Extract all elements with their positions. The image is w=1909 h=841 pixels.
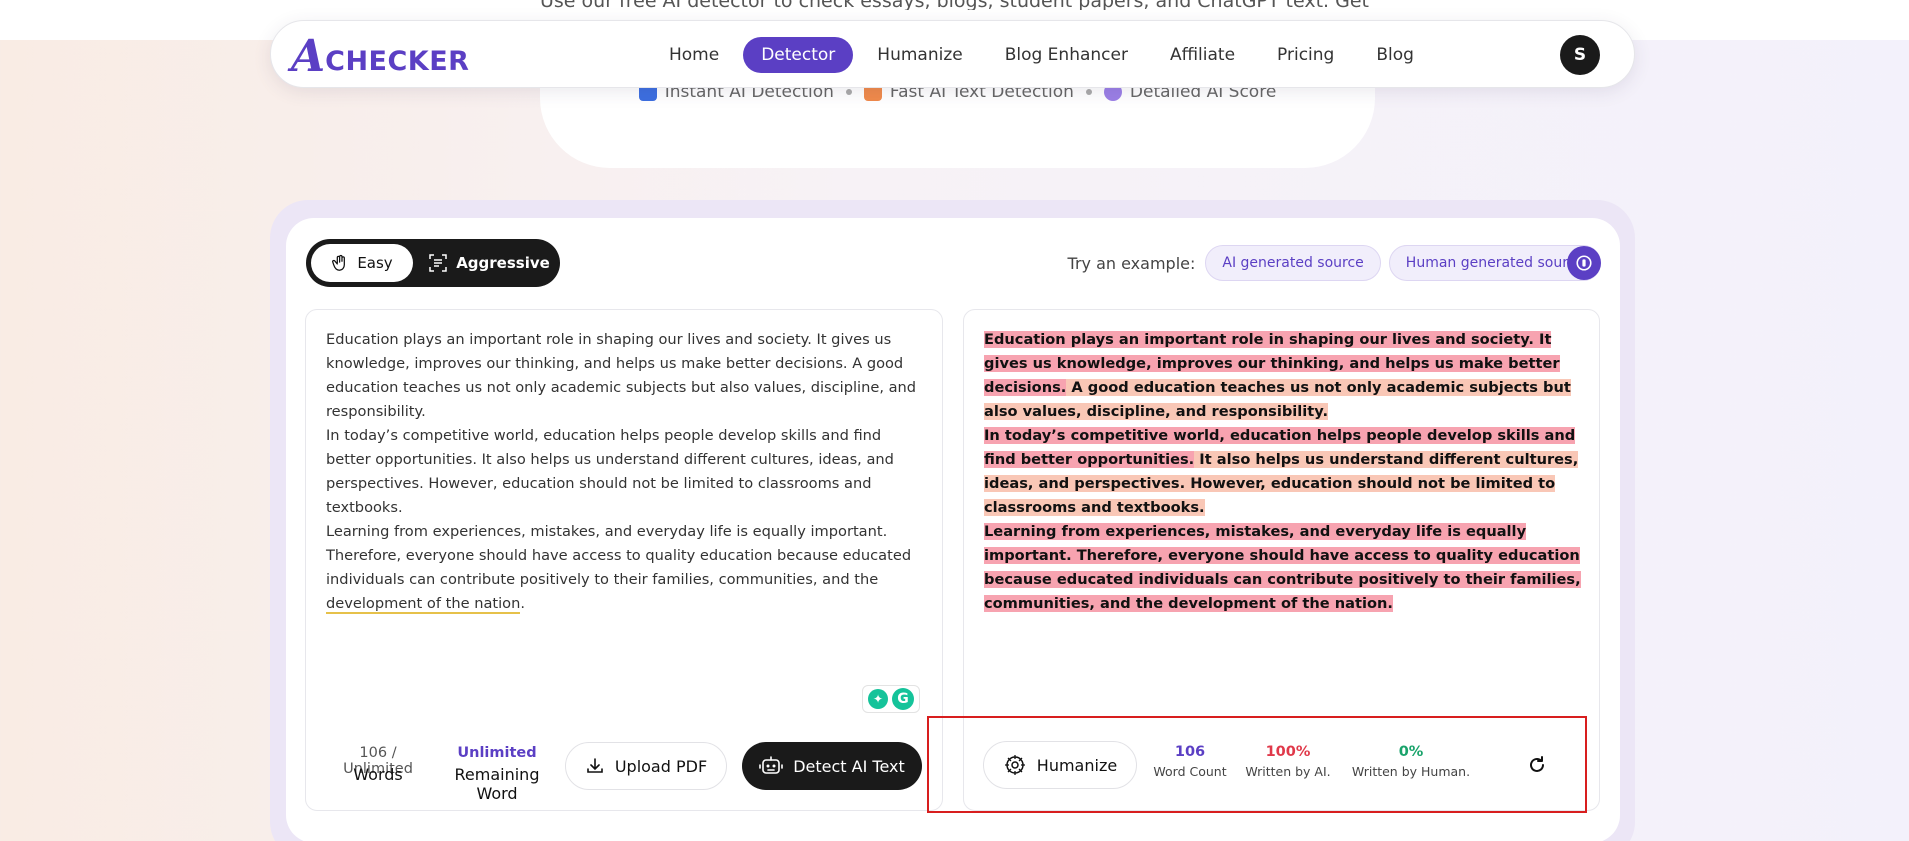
info-button[interactable] [1567, 246, 1601, 280]
nav-blog-enhancer[interactable]: Blog Enhancer [987, 37, 1146, 73]
ai-example-chip[interactable]: AI generated source [1205, 245, 1381, 281]
info-icon [1576, 255, 1592, 271]
human-score-stat: 0% Written by Human. [1348, 744, 1474, 784]
scan-text-icon [429, 254, 447, 272]
humanize-button[interactable]: Humanize [983, 741, 1137, 789]
ai-highlight: Learning from experiences, mistakes, and… [984, 523, 1581, 612]
upload-label: Upload PDF [614, 756, 708, 776]
upload-pdf-button[interactable]: Upload PDF [565, 742, 727, 790]
mode-aggressive-button[interactable]: Aggressive [424, 244, 554, 282]
nav-blog[interactable]: Blog [1358, 37, 1432, 73]
site-logo[interactable]: A CHECKER [291, 31, 469, 79]
hand-icon [332, 254, 346, 271]
human-score-value: 0% [1398, 744, 1424, 760]
refresh-button[interactable] [1524, 752, 1550, 778]
ai-score-stat: 100% Written by AI. [1240, 744, 1336, 784]
highlighted-result-text: Education plays an important role in sha… [984, 328, 1584, 616]
input-paragraph: Education plays an important role in sha… [326, 331, 917, 420]
hero-subtitle: Use our free AI detector to check essays… [540, 0, 1375, 10]
grammar-flag[interactable]: development of the nation [326, 595, 521, 614]
grammarly-widget[interactable]: ✦ G [862, 685, 920, 713]
top-navbar: A CHECKER Home Detector Humanize Blog En… [270, 20, 1635, 88]
example-sources: Try an example: AI generated source Huma… [1068, 245, 1601, 281]
logo-text: CHECKER [325, 46, 470, 77]
input-text[interactable]: Education plays an important role in sha… [326, 328, 926, 616]
nav-affiliate[interactable]: Affiliate [1152, 37, 1253, 73]
nav-links: Home Detector Humanize Blog Enhancer Aff… [651, 37, 1432, 73]
word-usage-label: Words [353, 765, 403, 784]
remaining-words-label: Remaining Word [454, 765, 540, 803]
word-count-label: Word Count [1153, 764, 1227, 779]
humanize-label: Humanize [1036, 755, 1118, 775]
input-paragraph: In today’s competitive world, education … [326, 427, 894, 516]
nav-pricing[interactable]: Pricing [1259, 37, 1352, 73]
nav-detector[interactable]: Detector [743, 37, 854, 73]
mode-toggle: Easy Aggressive [306, 239, 560, 287]
ai-score-value: 100% [1265, 744, 1311, 760]
detect-label: Detect AI Text [793, 756, 905, 776]
examples-label: Try an example: [1067, 253, 1196, 273]
ai-score-label: Written by AI. [1245, 764, 1331, 779]
word-usage-stat: 106 / Unlimited Words [326, 745, 430, 787]
input-paragraph: Learning from experiences, mistakes, and… [326, 523, 912, 614]
separator-dot [845, 89, 852, 95]
logo-mark: A [291, 31, 326, 82]
word-count-stat: 106 Word Count [1150, 744, 1230, 784]
nav-humanize[interactable]: Humanize [859, 37, 980, 73]
remaining-words-stat: Unlimited Remaining Word [432, 745, 562, 803]
mixed-highlight: A good education teaches us not only aca… [984, 379, 1571, 420]
mode-easy-label: Easy [357, 254, 393, 272]
grammarly-icon[interactable]: G [892, 688, 914, 710]
detect-ai-text-button[interactable]: Detect AI Text [742, 742, 922, 790]
separator-dot [1085, 89, 1092, 95]
remaining-words-value: Unlimited [457, 745, 537, 761]
mode-aggressive-label: Aggressive [456, 254, 550, 272]
refresh-icon [1530, 756, 1544, 772]
upload-icon [587, 758, 603, 773]
word-count-value: 106 [1174, 744, 1206, 760]
text-input-editor[interactable]: Education plays an important role in sha… [305, 309, 943, 811]
human-score-label: Written by Human. [1351, 764, 1471, 779]
user-avatar[interactable]: S [1560, 35, 1600, 75]
word-usage-value: 106 / Unlimited [343, 745, 413, 777]
robot-icon [759, 756, 784, 774]
nav-home[interactable]: Home [651, 37, 737, 73]
brain-icon [1004, 755, 1025, 775]
lightbulb-icon[interactable]: ✦ [868, 689, 888, 709]
mode-easy-button[interactable]: Easy [311, 244, 413, 282]
